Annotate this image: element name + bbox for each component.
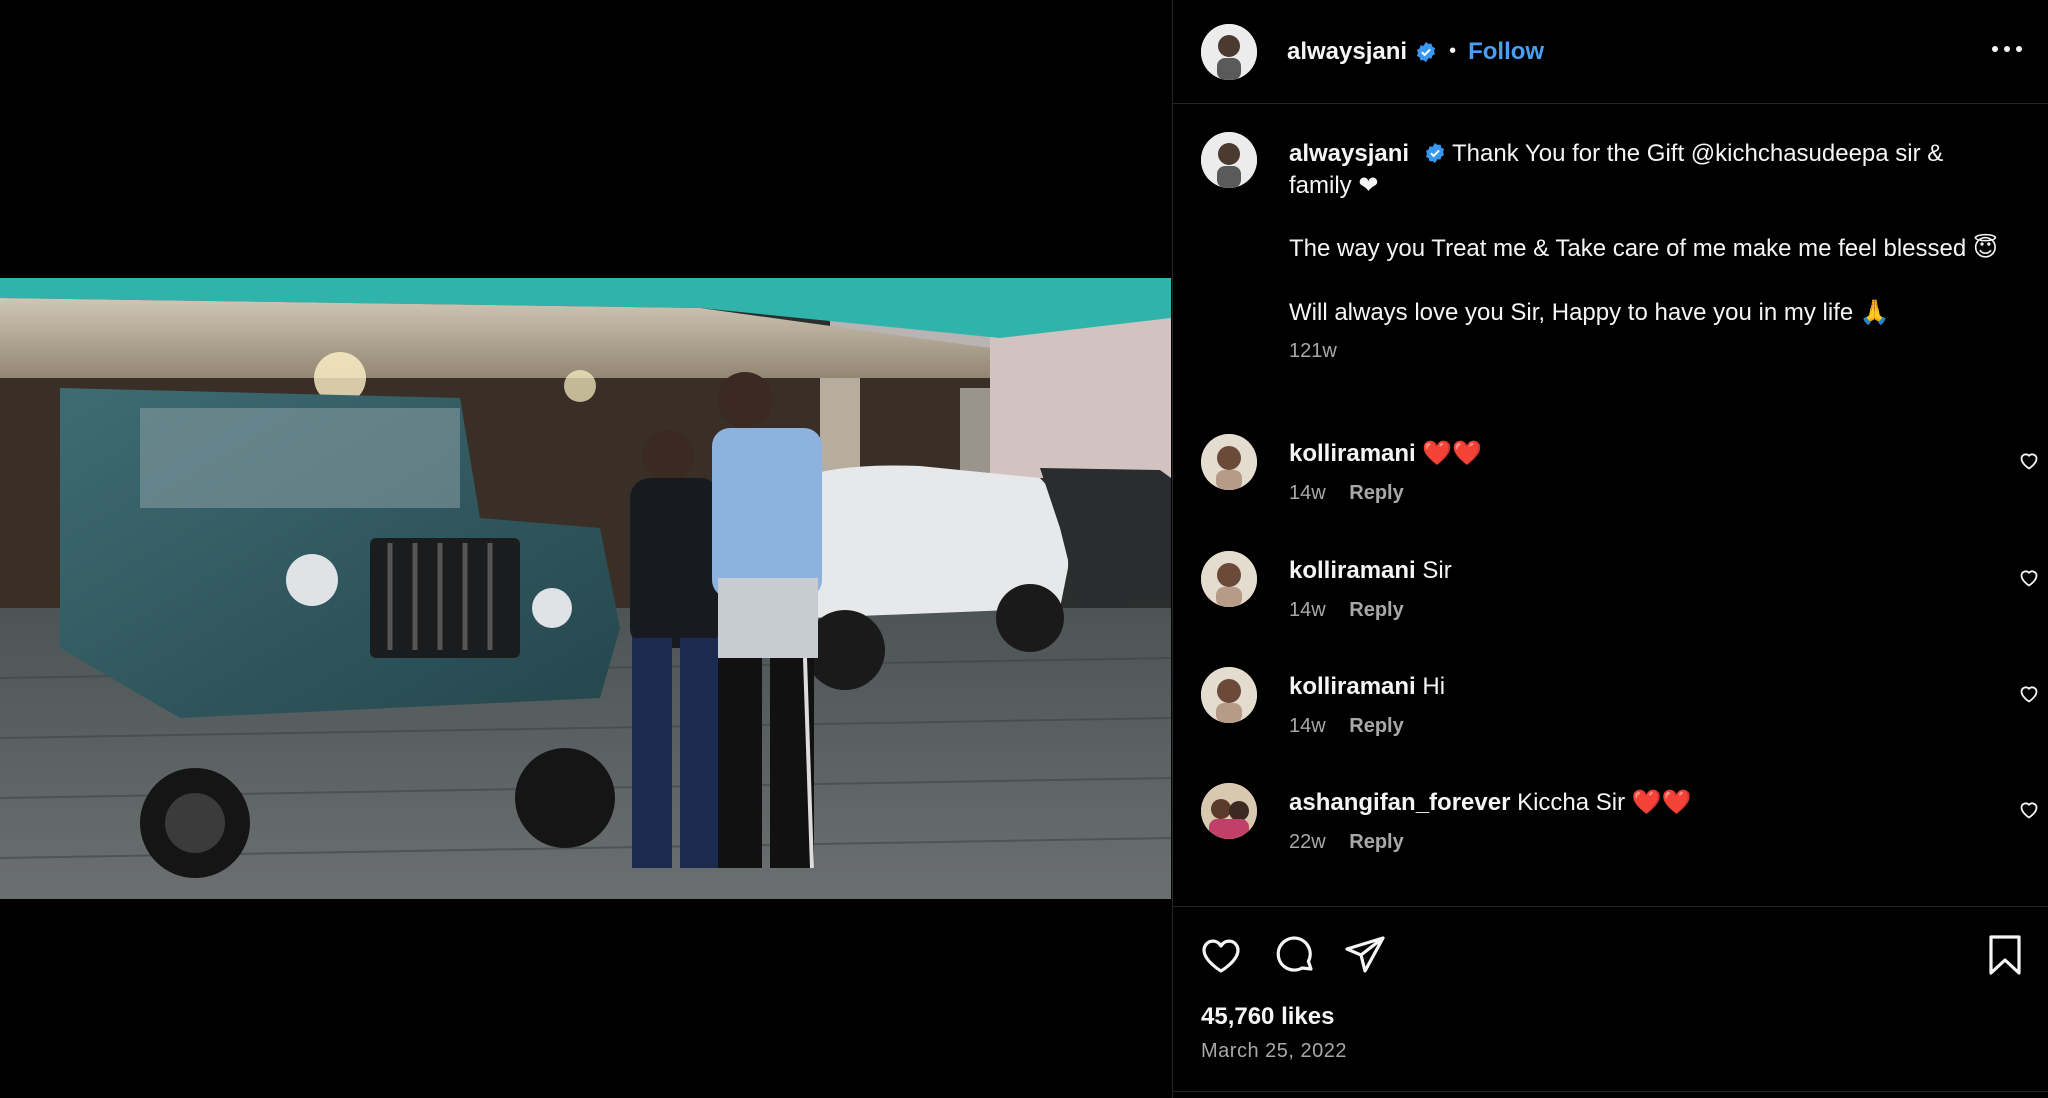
comment-item: kolliramani Sir 14w Reply — [1201, 551, 2041, 641]
comment-body: Kiccha Sir ❤️❤️ — [1517, 789, 1692, 816]
caption-avatar-image — [1201, 132, 1257, 188]
verified-badge-icon — [1417, 41, 1436, 62]
comment-like-heart-icon[interactable] — [2017, 797, 2041, 821]
comment-time[interactable]: 14w — [1289, 482, 1326, 504]
post-date[interactable]: March 25, 2022 — [1201, 1040, 1347, 1063]
comment-username[interactable]: kolliramani — [1289, 673, 1416, 700]
verified-badge-icon — [1425, 142, 1444, 164]
post-media — [0, 0, 1171, 1098]
commenter-avatar-image — [1201, 667, 1257, 723]
commenter-avatar-image — [1201, 551, 1257, 607]
commenter-avatar-image — [1201, 783, 1257, 839]
comment-item: ashangifan_forever Kiccha Sir ❤️❤️ 22w R… — [1201, 783, 2041, 873]
comment-like-heart-icon[interactable] — [2017, 565, 2041, 589]
comment-text: kolliramani ❤️❤️ — [1289, 438, 1482, 470]
comment-like-heart-icon[interactable] — [2017, 448, 2041, 472]
likes-count[interactable]: 45,760 likes — [1201, 1003, 1334, 1031]
post-header: alwaysjani • Follow — [1173, 0, 2048, 104]
comments-scroll-area[interactable]: alwaysjani Thank You for the Gift @kichc… — [1173, 105, 2048, 905]
heart-icon[interactable] — [1199, 933, 1243, 977]
comment-item: kolliramani ❤️❤️ 14w Reply — [1201, 434, 2041, 524]
follow-button[interactable]: Follow — [1468, 38, 1544, 66]
author-avatar-image — [1201, 23, 1257, 80]
commenter-avatar[interactable] — [1201, 783, 1257, 839]
comment-like-heart-icon[interactable] — [2017, 681, 2041, 705]
caption-avatar[interactable] — [1201, 132, 1257, 188]
comment-username[interactable]: kolliramani — [1289, 557, 1416, 584]
comment-time[interactable]: 22w — [1289, 831, 1326, 853]
commenter-avatar[interactable] — [1201, 667, 1257, 723]
caption-timestamp[interactable]: 121w — [1289, 335, 2009, 367]
comment-item: kolliramani Hi 14w Reply — [1201, 667, 2041, 757]
caption-username[interactable]: alwaysjani — [1289, 140, 1409, 167]
comment-time[interactable]: 14w — [1289, 715, 1326, 737]
comment-username[interactable]: kolliramani — [1289, 440, 1416, 467]
commenter-avatar[interactable] — [1201, 434, 1257, 490]
more-options-icon[interactable] — [1987, 34, 2027, 64]
header-separator: • — [1449, 40, 1457, 62]
comment-body: ❤️❤️ — [1422, 440, 1483, 467]
caption-line-3: Will always love you Sir, Happy to have … — [1289, 299, 1890, 326]
comment-text: ashangifan_forever Kiccha Sir ❤️❤️ — [1289, 787, 1692, 819]
comment-text: kolliramani Sir — [1289, 555, 1452, 587]
reply-button[interactable]: Reply — [1349, 715, 1403, 737]
divider — [1173, 1091, 2048, 1092]
post-photo-illustration — [0, 278, 1171, 899]
comment-text: kolliramani Hi — [1289, 671, 1445, 703]
comment-meta: 14w Reply — [1289, 715, 1404, 738]
comment-meta: 14w Reply — [1289, 599, 1404, 622]
comment-username[interactable]: ashangifan_forever — [1289, 789, 1510, 816]
comment-icon[interactable] — [1273, 933, 1317, 977]
instagram-post-viewer: alwaysjani • Follow alwaysjani Thank You… — [0, 0, 2048, 1098]
reply-button[interactable]: Reply — [1349, 482, 1403, 504]
comment-meta: 22w Reply — [1289, 831, 1404, 854]
post-details-panel: alwaysjani • Follow alwaysjani Thank You… — [1172, 0, 2048, 1098]
reply-button[interactable]: Reply — [1349, 831, 1403, 853]
author-username[interactable]: alwaysjani — [1287, 38, 1407, 66]
commenter-avatar[interactable] — [1201, 551, 1257, 607]
comment-meta: 14w Reply — [1289, 482, 1404, 505]
commenter-avatar-image — [1201, 434, 1257, 490]
author-avatar[interactable] — [1201, 23, 1257, 80]
caption-line-2: The way you Treat me & Take care of me m… — [1289, 235, 1998, 262]
comment-body: Hi — [1422, 673, 1446, 700]
post-photo[interactable] — [0, 278, 1171, 899]
share-icon[interactable] — [1343, 933, 1387, 977]
comment-body: Sir — [1422, 557, 1452, 584]
comment-time[interactable]: 14w — [1289, 599, 1326, 621]
reply-button[interactable]: Reply — [1349, 599, 1403, 621]
caption-text: alwaysjani Thank You for the Gift @kichc… — [1289, 138, 2009, 367]
bookmark-icon[interactable] — [1983, 933, 2027, 977]
post-actions-bar: 45,760 likes March 25, 2022 — [1173, 906, 2048, 1098]
